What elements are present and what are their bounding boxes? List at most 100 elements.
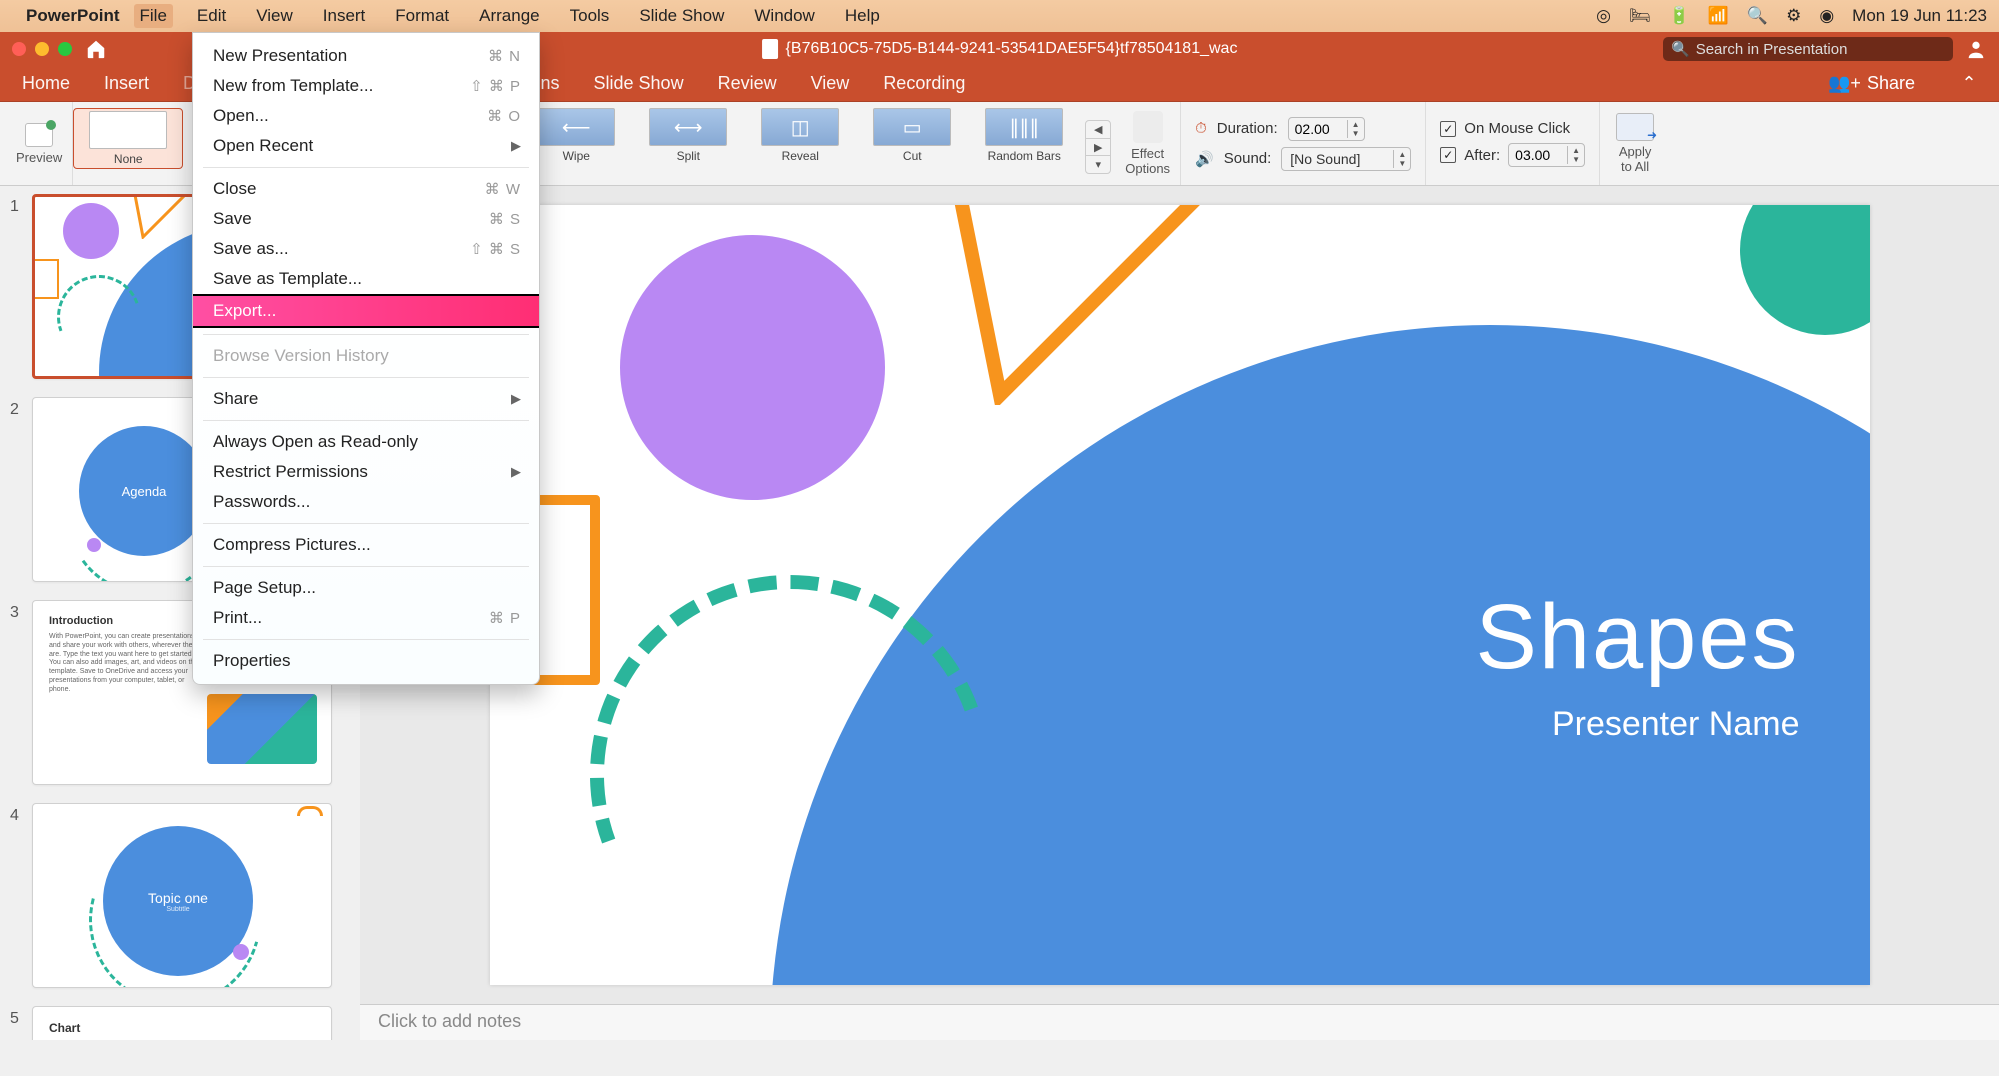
- wifi-icon[interactable]: 📶: [1708, 6, 1729, 26]
- after-stepper[interactable]: ▲▼: [1508, 143, 1585, 167]
- menu-item-label: Export...: [213, 301, 276, 321]
- shortcut: ⌘ W: [485, 180, 521, 198]
- presentation-search[interactable]: 🔍 Search in Presentation: [1663, 37, 1953, 61]
- tab-insert[interactable]: Insert: [102, 69, 151, 98]
- file-menu-new-from-template[interactable]: New from Template...⇧ ⌘ P: [193, 71, 539, 101]
- file-menu-passwords[interactable]: Passwords...: [193, 487, 539, 517]
- menu-view[interactable]: View: [250, 4, 299, 28]
- shape-purple-circle[interactable]: [620, 235, 885, 500]
- apply-to-all-button[interactable]: Apply to All: [1600, 107, 1670, 180]
- tab-home[interactable]: Home: [20, 69, 72, 98]
- maximize-window-button[interactable]: [58, 42, 72, 56]
- tab-view[interactable]: View: [809, 69, 852, 98]
- menu-tools[interactable]: Tools: [564, 4, 616, 28]
- file-menu-always-open-as-read-only[interactable]: Always Open as Read-only: [193, 427, 539, 457]
- slide-canvas-area[interactable]: Shapes Presenter Name: [360, 186, 1999, 1004]
- timing-section-2: ✓On Mouse Click ✓After: ▲▼: [1426, 102, 1600, 185]
- transition-thumb: ⟵: [537, 108, 615, 146]
- submenu-arrow-icon: ▶: [511, 464, 521, 480]
- menu-format[interactable]: Format: [389, 4, 455, 28]
- tab-recording[interactable]: Recording: [881, 69, 967, 98]
- file-menu-open-recent[interactable]: Open Recent ▶: [193, 131, 539, 161]
- file-menu-export[interactable]: Export...: [193, 294, 539, 328]
- home-icon[interactable]: [84, 38, 108, 60]
- transition-random-bars[interactable]: ∥∥∥Random Bars: [969, 108, 1079, 163]
- app-name[interactable]: PowerPoint: [26, 6, 120, 26]
- after-input[interactable]: [1509, 147, 1567, 163]
- battery-icon[interactable]: 🔋: [1669, 6, 1690, 26]
- sound-select[interactable]: [No Sound]▲▼: [1281, 147, 1411, 171]
- document-title: {B76B10C5-75D5-B144-9241-53541DAE5F54}tf…: [786, 40, 1238, 58]
- menu-item-label: Passwords...: [213, 492, 310, 512]
- file-menu-restrict-permissions[interactable]: Restrict Permissions ▶: [193, 457, 539, 487]
- menu-item-label: Page Setup...: [213, 578, 316, 598]
- menu-item-label: Always Open as Read-only: [213, 432, 418, 452]
- transition-reveal[interactable]: ◫Reveal: [745, 108, 855, 163]
- account-icon[interactable]: [1965, 38, 1987, 60]
- file-menu-save[interactable]: Save⌘ S: [193, 204, 539, 234]
- effect-options[interactable]: Effect Options: [1115, 102, 1181, 185]
- grammarly-icon[interactable]: ◎: [1596, 6, 1611, 26]
- duration-label: Duration:: [1217, 120, 1278, 137]
- shortcut: ⌘ N: [488, 47, 521, 65]
- menu-item-label: Restrict Permissions: [213, 462, 368, 482]
- system-tray: ◎ 🛏 🔋 📶 🔍 ⚙ ◉ Mon 19 Jun 11:23: [1596, 6, 1987, 26]
- timing-section-1: ⏱ Duration: ▲▼ 🔊 Sound: [No Sound]▲▼: [1181, 102, 1426, 185]
- slide-thumbnail-4[interactable]: Topic oneSubtitle: [32, 803, 332, 988]
- submenu-arrow-icon: ▶: [511, 138, 521, 154]
- tab-slideshow[interactable]: Slide Show: [592, 69, 686, 98]
- slide-canvas[interactable]: Shapes Presenter Name: [490, 205, 1870, 985]
- shortcut: ⌘ S: [489, 210, 521, 228]
- file-menu-compress-pictures[interactable]: Compress Pictures...: [193, 530, 539, 560]
- menu-item-label: New Presentation: [213, 46, 347, 66]
- file-menu-print[interactable]: Print...⌘ P: [193, 603, 539, 633]
- duration-stepper[interactable]: ▲▼: [1288, 117, 1365, 141]
- slide-number: 5: [10, 1006, 24, 1028]
- file-menu-save-as-template[interactable]: Save as Template...: [193, 264, 539, 294]
- file-menu-share[interactable]: Share▶: [193, 384, 539, 414]
- duration-input[interactable]: [1289, 121, 1347, 137]
- gallery-nav[interactable]: ◀▶▾: [1085, 120, 1111, 174]
- menu-slideshow[interactable]: Slide Show: [633, 4, 730, 28]
- transition-none[interactable]: None: [73, 108, 183, 169]
- after-checkbox[interactable]: ✓After: ▲▼: [1440, 143, 1585, 167]
- transition-split[interactable]: ⟷Split: [633, 108, 743, 163]
- shortcut: ⇧ ⌘ S: [470, 240, 521, 258]
- bed-icon[interactable]: 🛏: [1629, 6, 1651, 26]
- file-menu-open[interactable]: Open...⌘ O: [193, 101, 539, 131]
- file-menu-save-as[interactable]: Save as...⇧ ⌘ S: [193, 234, 539, 264]
- transition-label: Reveal: [782, 149, 819, 163]
- control-center-icon[interactable]: ⚙: [1786, 6, 1801, 26]
- spotlight-icon[interactable]: 🔍: [1747, 6, 1768, 26]
- close-window-button[interactable]: [12, 42, 26, 56]
- shape-teal-circle[interactable]: [1740, 205, 1870, 335]
- share-button[interactable]: 👥+Share: [1828, 73, 1915, 94]
- transition-label: Wipe: [563, 149, 590, 163]
- notes-placeholder[interactable]: Click to add notes: [360, 1004, 1999, 1040]
- menu-insert[interactable]: Insert: [317, 4, 372, 28]
- file-menu-close[interactable]: Close⌘ W: [193, 174, 539, 204]
- slide-subtitle[interactable]: Presenter Name: [1552, 705, 1800, 744]
- file-menu-browse-version-history: Browse Version History: [193, 341, 539, 371]
- file-menu-properties[interactable]: Properties: [193, 646, 539, 676]
- minimize-window-button[interactable]: [35, 42, 49, 56]
- preview-button[interactable]: [25, 123, 53, 147]
- slide-thumbnail-5[interactable]: Chart: [32, 1006, 332, 1040]
- file-menu-page-setup[interactable]: Page Setup...: [193, 573, 539, 603]
- on-mouse-click-checkbox[interactable]: ✓On Mouse Click: [1440, 120, 1585, 137]
- collapse-ribbon-button[interactable]: ⌃: [1959, 73, 1979, 94]
- menu-arrange[interactable]: Arrange: [473, 4, 545, 28]
- search-icon: 🔍: [1671, 40, 1690, 58]
- menu-help[interactable]: Help: [839, 4, 886, 28]
- menu-item-label: Open Recent: [213, 136, 313, 156]
- file-menu-new-presentation[interactable]: New Presentation ⌘ N: [193, 41, 539, 71]
- tab-review[interactable]: Review: [716, 69, 779, 98]
- slide-title[interactable]: Shapes: [1475, 585, 1799, 690]
- menu-edit[interactable]: Edit: [191, 4, 232, 28]
- menu-file[interactable]: File: [134, 4, 173, 28]
- transition-cut[interactable]: ▭Cut: [857, 108, 967, 163]
- siri-icon[interactable]: ◉: [1819, 6, 1834, 26]
- shape-orange-triangle[interactable]: [950, 205, 1210, 405]
- menu-window[interactable]: Window: [748, 4, 820, 28]
- clock[interactable]: Mon 19 Jun 11:23: [1852, 6, 1987, 26]
